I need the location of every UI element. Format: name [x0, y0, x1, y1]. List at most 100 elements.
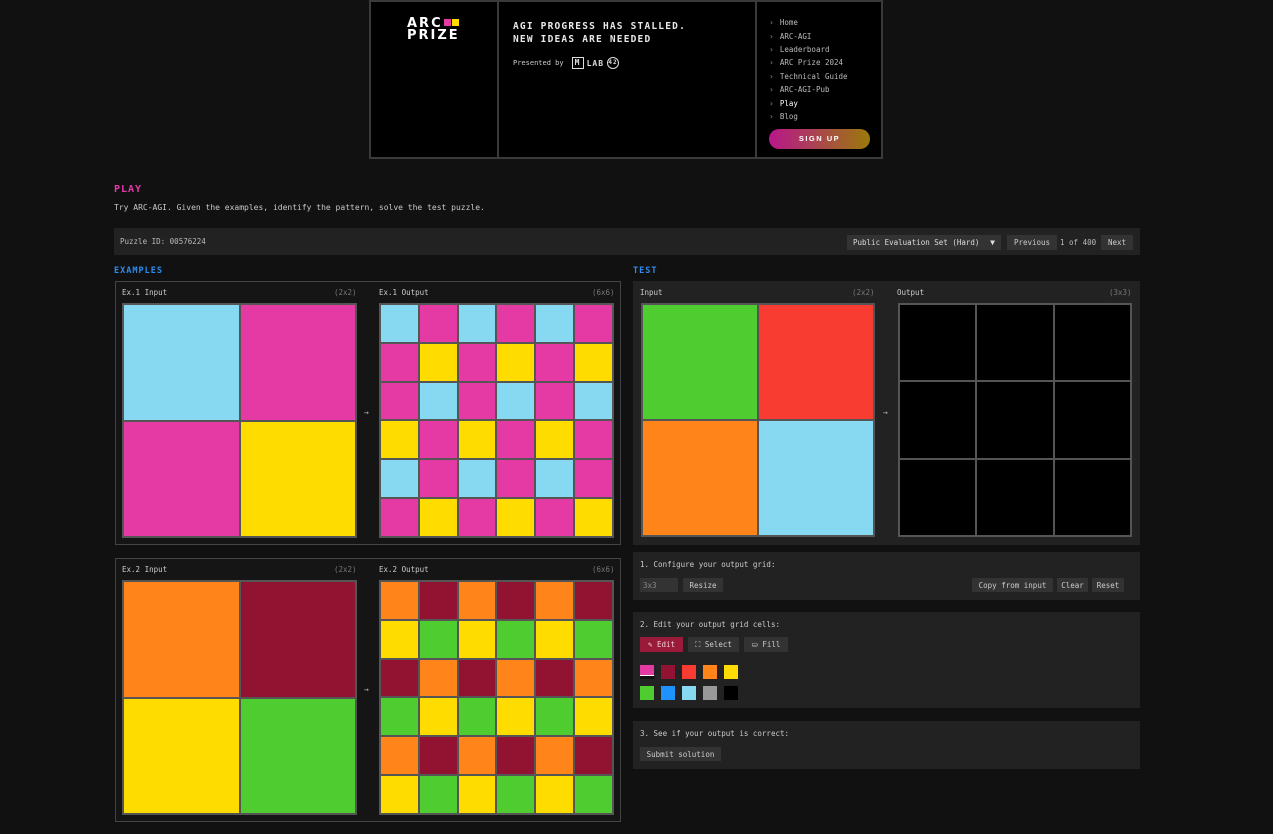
grid-cell [536, 499, 574, 536]
grid-size-input[interactable] [640, 578, 678, 592]
grid-cell[interactable] [977, 459, 1053, 535]
caret-down-icon: ▼ [990, 238, 995, 247]
grid-cell [575, 620, 612, 658]
nav-item-arc-agi-pub[interactable]: › ARC-AGI-Pub [769, 83, 848, 96]
grid-cell [575, 582, 612, 619]
grid-cell [643, 305, 757, 419]
grid-cell [497, 421, 535, 459]
nav-item-technical-guide[interactable]: › Technical Guide [769, 70, 848, 83]
grid-cell[interactable] [1054, 305, 1130, 381]
puzzle-set-select[interactable]: Public Evaluation Set (Hard) ▼ [847, 235, 1001, 250]
color-swatch-orange[interactable] [703, 665, 717, 679]
color-swatch-magenta[interactable] [640, 665, 654, 679]
grid-cell [419, 499, 457, 536]
grid-cell [240, 305, 355, 420]
nav-item-label: ARC-AGI [779, 31, 812, 41]
nav-item-blog[interactable]: › Blog [769, 110, 848, 123]
grid-cell [497, 659, 535, 697]
grid-cell [458, 737, 496, 775]
reset-button[interactable]: Reset [1092, 578, 1124, 592]
grid-cell[interactable] [900, 382, 976, 458]
presented-by-label: Presented by [513, 59, 564, 67]
grid-cell [497, 776, 535, 813]
palette-row-2 [640, 686, 738, 700]
grid-cell[interactable] [1054, 382, 1130, 458]
chevron-right-icon: › [769, 44, 774, 54]
grid-cell [575, 499, 612, 536]
grid-cell [458, 582, 496, 619]
arc-prize-logo[interactable]: ARC PRIZE [407, 17, 460, 42]
submit-solution-button[interactable]: Submit solution [640, 747, 721, 761]
sign-up-button[interactable]: SIGN UP [769, 129, 870, 149]
nav-item-home[interactable]: › Home [769, 16, 848, 29]
grid-cell [381, 620, 418, 658]
example-2-output-label: Ex.2 Output [379, 565, 429, 574]
example-2-output-dim: (6x6) [592, 565, 615, 574]
grid-cell [381, 421, 418, 459]
copy-from-input-button[interactable]: Copy from input [972, 578, 1053, 592]
fill-bucket-icon: ⛀ [751, 640, 763, 649]
select-tool-button[interactable]: ⛶ Select [688, 637, 739, 652]
grid-cell [419, 582, 457, 619]
grid-cell[interactable] [900, 459, 976, 535]
puzzle-toolbar: Puzzle ID: 00576224 Public Evaluation Se… [114, 228, 1140, 255]
nav-cell: › Home › ARC-AGI › Leaderboard › ARC Prize 2024… [757, 2, 881, 157]
grid-cell[interactable] [977, 382, 1053, 458]
grid-cell [419, 421, 457, 459]
nav-item-label: Leaderboard [779, 44, 830, 54]
color-swatch-yellow[interactable] [724, 665, 738, 679]
color-swatch-black[interactable] [724, 686, 738, 700]
grid-cell[interactable] [977, 305, 1053, 381]
grid-cell [497, 382, 535, 420]
grid-cell [458, 343, 496, 381]
clear-button[interactable]: Clear [1057, 578, 1088, 592]
grid-cell [240, 421, 355, 536]
example-2-panel: Ex.2 Input (2x2) Ex.2 Output (6x6) → [115, 558, 621, 822]
grid-cell [381, 737, 418, 775]
example-2-input-dim: (2x2) [334, 565, 357, 574]
color-swatch-cyan[interactable] [682, 686, 696, 700]
grid-cell [497, 698, 535, 736]
grid-cell[interactable] [1054, 459, 1130, 535]
color-swatch-maroon[interactable] [661, 665, 675, 679]
previous-button[interactable]: Previous [1007, 235, 1057, 250]
grid-cell [124, 421, 239, 536]
nav-item-label: ARC-AGI-Pub [779, 85, 830, 95]
color-swatch-red[interactable] [682, 665, 696, 679]
resize-button[interactable]: Resize [683, 578, 723, 592]
color-swatch-green[interactable] [640, 686, 654, 700]
submit-panel: 3. See if your output is correct: Submit… [633, 721, 1140, 769]
grid-cell [575, 698, 612, 736]
nav-item-arc-prize-2024[interactable]: › ARC Prize 2024 [769, 56, 848, 69]
page-description: Try ARC-AGI. Given the examples, identif… [114, 203, 485, 212]
chevron-right-icon: › [769, 58, 774, 68]
grid-cell[interactable] [900, 305, 976, 381]
test-input-grid [641, 303, 875, 537]
lab-name: LAB [586, 58, 605, 68]
lab42-logo[interactable]: M LAB 42 [571, 57, 620, 69]
edit-tool-label: Edit [656, 640, 676, 649]
fill-tool-button[interactable]: ⛀ Fill [744, 637, 788, 652]
nav-item-play[interactable]: › Play [769, 96, 848, 109]
grid-cell [497, 737, 535, 775]
grid-cell [458, 620, 496, 658]
color-swatch-blue[interactable] [661, 686, 675, 700]
test-output-grid[interactable] [898, 303, 1132, 537]
example-1-input-dim: (2x2) [334, 288, 357, 297]
example-2-output-grid [379, 580, 614, 815]
chevron-right-icon: › [769, 98, 774, 108]
grid-cell [575, 460, 612, 498]
color-swatch-grey[interactable] [703, 686, 717, 700]
grid-cell [536, 343, 574, 381]
nav-item-arc-agi[interactable]: › ARC-AGI [769, 29, 848, 42]
page-indicator: 1 of 400 [1060, 238, 1097, 247]
example-1-input-label: Ex.1 Input [122, 288, 168, 297]
grid-cell [575, 737, 612, 775]
grid-cell [575, 659, 612, 697]
next-button[interactable]: Next [1101, 235, 1133, 250]
grid-cell [240, 698, 355, 813]
edit-tool-button[interactable]: ✎ Edit [640, 637, 683, 652]
grid-cell [575, 421, 612, 459]
chevron-right-icon: › [769, 111, 774, 121]
nav-item-leaderboard[interactable]: › Leaderboard [769, 43, 848, 56]
